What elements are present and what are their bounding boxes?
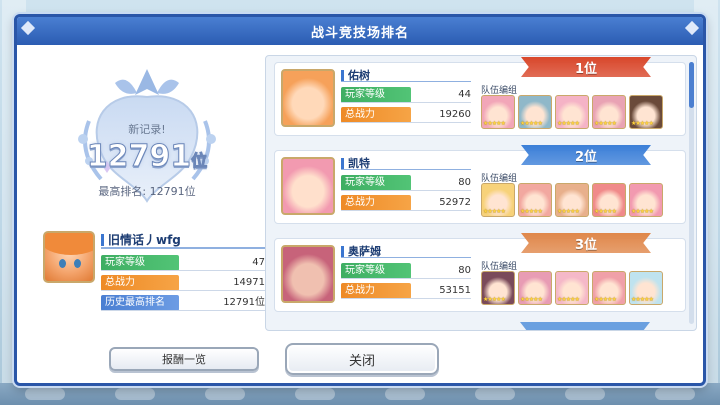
- opponent-level-label: 玩家等级: [341, 87, 411, 103]
- player-level-value: 47: [252, 257, 265, 268]
- opponent-avatar[interactable]: [281, 245, 335, 303]
- team-lineup: ★★★★★ ★★★★★ ★★★★★ ★★★★★ ★★★★★: [481, 95, 663, 129]
- unit-icon[interactable]: ★★★★★: [629, 95, 663, 129]
- rank-ribbon: 3位: [521, 233, 651, 253]
- rank-unit: 位: [191, 151, 208, 171]
- rank-ribbon: 1位: [521, 57, 651, 77]
- player-record-panel: 新记录! 12791位 最高排名: 12791位 旧情话丿wfg 玩家等级 47…: [27, 51, 268, 371]
- opponent-level-value: 80: [458, 177, 471, 188]
- unit-icon[interactable]: ★★★★★: [592, 95, 626, 129]
- player-history-row: 历史最高排名 12791位: [101, 295, 265, 311]
- star-rating-icon: ★★★★★: [557, 208, 580, 215]
- star-rating-icon: ★★★★★: [483, 120, 506, 127]
- unit-icon[interactable]: ★★★★★: [518, 95, 552, 129]
- rank-ribbon-next: [520, 322, 650, 330]
- new-record-label: 新记录!: [128, 123, 166, 136]
- star-rating-icon: ★★★★★: [594, 296, 617, 303]
- player-level-label: 玩家等级: [101, 255, 179, 271]
- star-rating-icon: ★★★★★: [520, 208, 543, 215]
- opponent-power-value: 53151: [439, 285, 471, 296]
- player-name: 旧情话丿wfg: [101, 231, 181, 248]
- unit-icon[interactable]: ★★★★★: [592, 183, 626, 217]
- star-rating-icon: ★★★★★: [483, 296, 506, 303]
- star-rating-icon: ★★★★★: [594, 120, 617, 127]
- opponent-avatar[interactable]: [281, 157, 335, 215]
- corner-ornament-icon: [684, 20, 700, 36]
- ranking-scrollbar[interactable]: [689, 62, 694, 324]
- opponent-level-row: 玩家等级 44: [341, 87, 471, 103]
- opponent-power-label: 总战力: [341, 283, 411, 299]
- unit-icon[interactable]: ★★★★★: [555, 183, 589, 217]
- opponent-power-value: 52972: [439, 197, 471, 208]
- unit-icon[interactable]: ★★★★★: [518, 271, 552, 305]
- arena-ranking-dialog: 战斗竞技场排名 新记录! 12791位 最高排名: 12791位 旧情话丿wfg…: [14, 14, 706, 386]
- star-rating-icon: ★★★★★: [483, 208, 506, 215]
- corner-ornament-icon: [20, 20, 36, 36]
- reward-list-button[interactable]: 报酬一览: [109, 347, 259, 371]
- background-menu-bar: [0, 383, 720, 405]
- star-rating-icon: ★★★★★: [557, 296, 580, 303]
- opponent-power-label: 总战力: [341, 195, 411, 211]
- player-card: 旧情话丿wfg 玩家等级 47 总战力 14971 历史最高排名 12791位: [43, 231, 268, 321]
- star-rating-icon: ★★★★★: [594, 208, 617, 215]
- unit-icon[interactable]: ★★★★★: [629, 183, 663, 217]
- current-rank-value: 12791: [86, 139, 192, 175]
- ranking-entry[interactable]: 2位 凯特 玩家等级 80 总战力 52972 队伍编组 ★★★★★ ★★★★★ ★★★★★ ★★★…: [274, 145, 686, 224]
- opponent-level-label: 玩家等级: [341, 263, 411, 279]
- unit-icon[interactable]: ★★★★★: [481, 95, 515, 129]
- opponent-level-row: 玩家等级 80: [341, 175, 471, 191]
- star-rating-icon: ★★★★★: [520, 296, 543, 303]
- player-avatar[interactable]: [43, 231, 95, 283]
- current-rank: 12791位: [27, 139, 267, 175]
- opponent-level-row: 玩家等级 80: [341, 263, 471, 279]
- unit-icon[interactable]: ★★★★★: [481, 271, 515, 305]
- opponent-level-value: 44: [458, 89, 471, 100]
- scrollbar-thumb[interactable]: [689, 62, 694, 108]
- opponent-level-value: 80: [458, 265, 471, 276]
- opponent-power-row: 总战力 53151: [341, 283, 471, 299]
- opponent-power-value: 19260: [439, 109, 471, 120]
- opponent-avatar[interactable]: [281, 69, 335, 127]
- star-rating-icon: ★★★★★: [631, 296, 654, 303]
- dialog-title: 战斗竞技场排名: [310, 25, 409, 41]
- star-rating-icon: ★★★★★: [557, 120, 580, 127]
- close-button[interactable]: 关闭: [285, 343, 439, 375]
- ranking-entry[interactable]: 1位 佑树 玩家等级 44 总战力 19260 队伍编组 ★★★★★ ★★★★★ ★★★★★ ★★★…: [274, 57, 686, 136]
- team-lineup: ★★★★★ ★★★★★ ★★★★★ ★★★★★ ★★★★★: [481, 183, 663, 217]
- player-power-label: 总战力: [101, 275, 179, 291]
- unit-icon[interactable]: ★★★★★: [555, 271, 589, 305]
- star-rating-icon: ★★★★★: [631, 208, 654, 215]
- unit-icon[interactable]: ★★★★★: [518, 183, 552, 217]
- unit-icon[interactable]: ★★★★★: [481, 183, 515, 217]
- ranking-list[interactable]: 1位 佑树 玩家等级 44 总战力 19260 队伍编组 ★★★★★ ★★★★★ ★★★★★ ★★★…: [265, 55, 697, 331]
- player-power-row: 总战力 14971: [101, 275, 265, 291]
- opponent-power-label: 总战力: [341, 107, 411, 123]
- unit-icon[interactable]: ★★★★★: [592, 271, 626, 305]
- opponent-level-label: 玩家等级: [341, 175, 411, 191]
- rank-ribbon: 2位: [521, 145, 651, 165]
- player-history-label: 历史最高排名: [101, 295, 179, 311]
- star-rating-icon: ★★★★★: [631, 120, 654, 127]
- team-lineup: ★★★★★ ★★★★★ ★★★★★ ★★★★★ ★★★★★: [481, 271, 663, 305]
- opponent-power-row: 总战力 19260: [341, 107, 471, 123]
- best-rank-text: 最高排名: 12791位: [98, 185, 196, 198]
- ranking-entry[interactable]: 3位 奥萨姆 玩家等级 80 总战力 53151 队伍编组 ★★★★★ ★★★★★ ★★★★★ ★★…: [274, 233, 686, 312]
- player-history-value: 12791位: [223, 297, 265, 308]
- opponent-power-row: 总战力 52972: [341, 195, 471, 211]
- unit-icon[interactable]: ★★★★★: [555, 95, 589, 129]
- dialog-title-bar: 战斗竞技场排名: [17, 17, 703, 45]
- unit-icon[interactable]: ★★★★★: [629, 271, 663, 305]
- player-power-value: 14971: [233, 277, 265, 288]
- player-level-row: 玩家等级 47: [101, 255, 265, 271]
- star-rating-icon: ★★★★★: [520, 120, 543, 127]
